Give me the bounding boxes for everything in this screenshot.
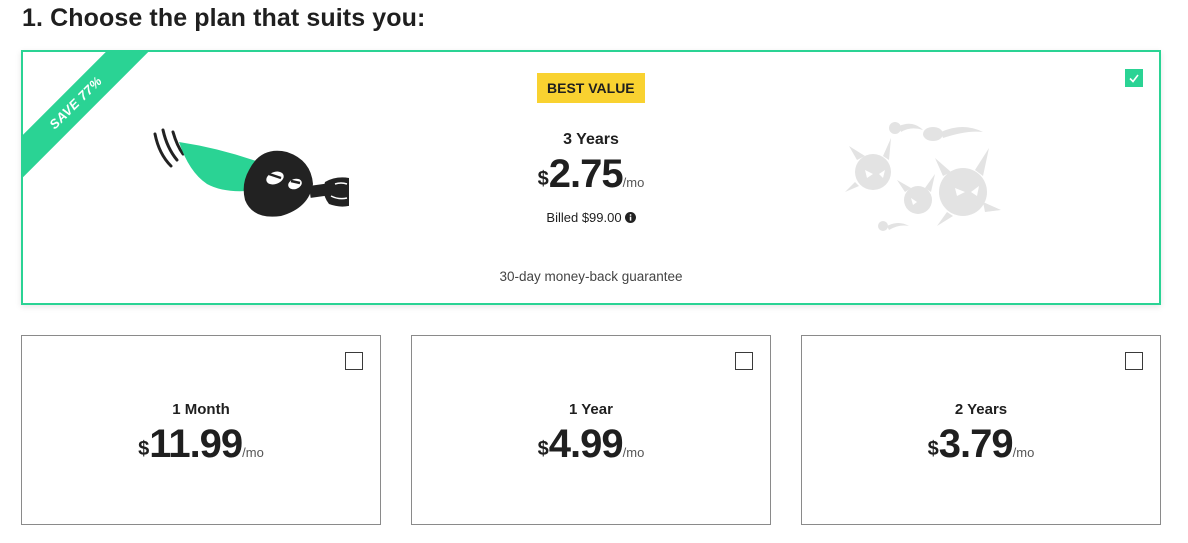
checkmark-icon bbox=[1129, 74, 1139, 83]
price-amount: 3.79 bbox=[938, 422, 1014, 466]
plan-card-2-years[interactable]: 2 Years $3.79/mo bbox=[801, 335, 1161, 525]
money-back-guarantee: 30-day money-back guarantee bbox=[499, 269, 683, 284]
plan-card-3-years[interactable]: SAVE 77% BEST VALUE 3 Years $2.75/mo Bil… bbox=[21, 50, 1161, 305]
plan-price-1-year: $4.99/mo bbox=[412, 422, 770, 467]
price-amount: 11.99 bbox=[149, 422, 243, 466]
plan-checkbox-1-year[interactable] bbox=[735, 352, 753, 370]
price-period: /mo bbox=[622, 175, 645, 190]
price-period: /mo bbox=[622, 445, 645, 460]
plan-checkbox-1-month[interactable] bbox=[345, 352, 363, 370]
billed-total: Billed $99.00 bbox=[23, 210, 1159, 225]
plan-title-3-years: 3 Years bbox=[563, 131, 619, 148]
plan-title-1-month: 1 Month bbox=[172, 401, 230, 418]
info-icon[interactable] bbox=[624, 212, 636, 223]
plan-card-1-year[interactable]: 1 Year $4.99/mo bbox=[411, 335, 771, 525]
price-currency: $ bbox=[927, 438, 939, 460]
plan-title-1-year: 1 Year bbox=[569, 401, 613, 418]
page-heading: 1. Choose the plan that suits you: bbox=[22, 4, 426, 32]
price-period: /mo bbox=[242, 445, 264, 460]
plan-price-3-years: $2.75/mo bbox=[23, 152, 1159, 197]
plan-checkbox-3-years[interactable] bbox=[1125, 69, 1143, 87]
price-currency: $ bbox=[138, 438, 150, 460]
plan-title-2-years: 2 Years bbox=[954, 401, 1008, 418]
best-value-badge: BEST VALUE bbox=[537, 73, 645, 103]
price-currency: $ bbox=[537, 438, 549, 460]
price-amount: 2.75 bbox=[548, 152, 624, 196]
price-currency: $ bbox=[537, 168, 549, 190]
plan-price-2-years: $3.79/mo bbox=[802, 422, 1160, 467]
billed-text: Billed $99.00 bbox=[546, 210, 622, 225]
price-period: /mo bbox=[1012, 445, 1035, 460]
plan-price-1-month: $11.99/mo bbox=[22, 422, 380, 467]
price-amount: 4.99 bbox=[548, 422, 624, 466]
plan-card-1-month[interactable]: 1 Month $11.99/mo bbox=[21, 335, 381, 525]
plan-checkbox-2-years[interactable] bbox=[1125, 352, 1143, 370]
